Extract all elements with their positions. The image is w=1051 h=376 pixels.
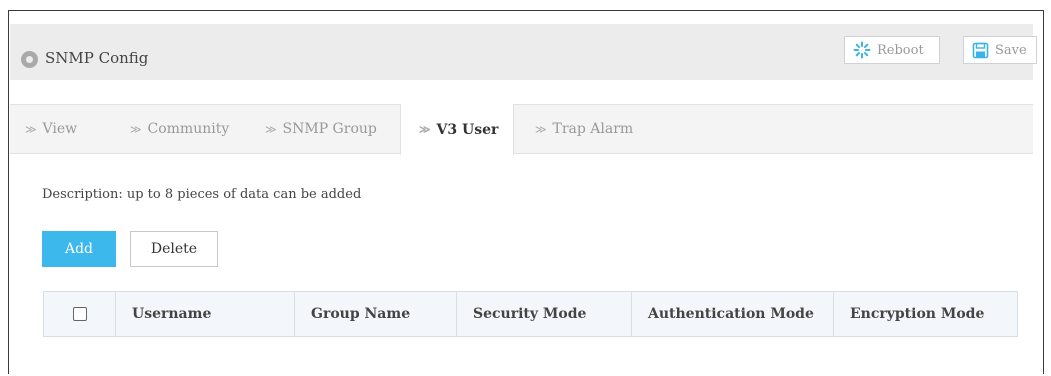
- reboot-button[interactable]: Reboot: [844, 36, 940, 64]
- column-header-username[interactable]: Username: [116, 292, 295, 336]
- floppy-disk-icon: [972, 42, 989, 58]
- save-label: Save: [995, 42, 1027, 58]
- page-title: SNMP Config: [45, 49, 149, 67]
- column-header-encryption-mode[interactable]: Encryption Mode: [834, 292, 1017, 336]
- column-header-authentication-mode[interactable]: Authentication Mode: [632, 292, 834, 336]
- reboot-label: Reboot: [877, 42, 924, 58]
- tab-snmp-group[interactable]: ≫ SNMP Group: [265, 104, 377, 154]
- tab-label: SNMP Group: [282, 121, 377, 137]
- column-header-security-mode[interactable]: Security Mode: [457, 292, 632, 336]
- tab-label: Community: [147, 121, 230, 137]
- column-header-group-name[interactable]: Group Name: [295, 292, 457, 336]
- chevron-right-icon: ≫: [419, 123, 431, 136]
- tab-v3-user[interactable]: ≫ V3 User: [400, 104, 514, 155]
- chevron-right-icon: ≫: [535, 122, 547, 136]
- location-pin-icon: [21, 51, 38, 68]
- chevron-right-icon: ≫: [130, 122, 142, 136]
- tab-trap-alarm[interactable]: ≫ Trap Alarm: [535, 104, 633, 154]
- select-all-checkbox[interactable]: [72, 307, 87, 321]
- select-all-cell: [44, 292, 116, 336]
- reboot-icon: [853, 41, 871, 59]
- description-text: Description: up to 8 pieces of data can …: [42, 187, 362, 202]
- save-button[interactable]: Save: [963, 36, 1037, 64]
- tab-label: V3 User: [436, 121, 499, 138]
- tab-view[interactable]: ≫ View: [25, 104, 77, 154]
- table-header: Username Group Name Security Mode Authen…: [43, 291, 1018, 337]
- delete-button[interactable]: Delete: [130, 231, 218, 267]
- tab-label: Trap Alarm: [552, 121, 634, 137]
- tab-label: View: [42, 121, 78, 137]
- chevron-right-icon: ≫: [25, 122, 37, 136]
- tab-community[interactable]: ≫ Community: [130, 104, 229, 154]
- chevron-right-icon: ≫: [265, 122, 277, 136]
- add-button[interactable]: Add: [42, 231, 116, 267]
